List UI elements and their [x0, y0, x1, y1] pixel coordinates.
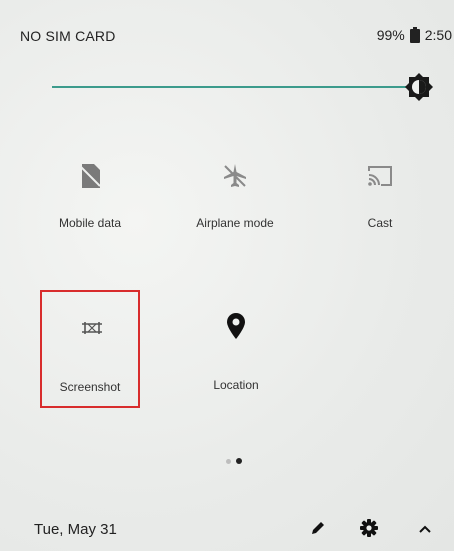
tile-mobile-data[interactable]: Mobile data: [30, 150, 150, 260]
page-dot-active[interactable]: [236, 458, 242, 464]
date-label: Tue, May 31: [34, 521, 117, 538]
chevron-up-icon: [418, 521, 432, 539]
edit-icon: [310, 520, 326, 541]
page-dot[interactable]: [226, 458, 231, 464]
sim-card-off-icon: [74, 160, 106, 192]
tile-label: Screenshot: [59, 380, 121, 394]
settings-button[interactable]: [356, 517, 382, 543]
tile-label: Airplane mode: [196, 216, 274, 230]
tile-cast[interactable]: Cast: [320, 150, 440, 260]
tile-location[interactable]: Location: [176, 306, 296, 416]
clock: 2:50: [424, 27, 452, 43]
brightness-icon[interactable]: [404, 72, 434, 102]
status-indicators: 99% 2:50: [377, 27, 452, 43]
tile-label: Cast: [367, 216, 393, 230]
brightness-track[interactable]: [52, 86, 417, 88]
cast-icon: [364, 160, 396, 192]
status-bar: NO SIM CARD 99% 2:50: [0, 0, 454, 70]
location-pin-icon: [220, 310, 252, 342]
quick-settings-footer: Tue, May 31: [0, 505, 454, 551]
tile-label: Mobile data: [58, 216, 122, 230]
settings-icon: [360, 518, 378, 542]
battery-icon: [409, 27, 420, 43]
battery-percent: 99%: [376, 27, 405, 43]
page-indicator[interactable]: [226, 458, 242, 464]
collapse-button[interactable]: [412, 517, 438, 543]
screenshot-icon: [76, 312, 108, 344]
tile-label: Location: [213, 378, 259, 392]
brightness-slider[interactable]: [52, 72, 434, 102]
carrier-label: NO SIM CARD: [20, 28, 116, 44]
edit-button[interactable]: [305, 517, 331, 543]
tile-screenshot[interactable]: Screenshot: [40, 290, 140, 408]
quick-settings-panel: NO SIM CARD 99% 2:50 Mobile data Airplan…: [0, 0, 454, 551]
tile-airplane-mode[interactable]: Airplane mode: [175, 150, 295, 260]
airplane-off-icon: [219, 160, 251, 192]
